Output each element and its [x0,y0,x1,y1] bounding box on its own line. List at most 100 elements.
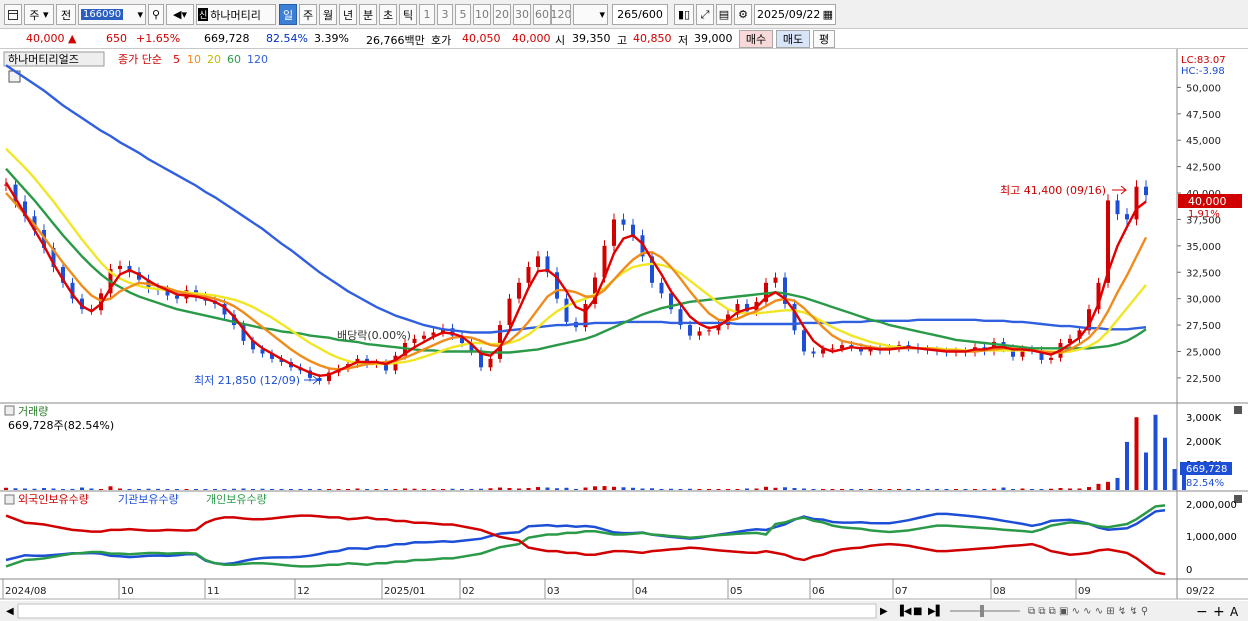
y-tick-label: 42,500 [1186,163,1221,174]
candle-body [621,219,626,225]
volume-bar [811,489,816,490]
candle-body [412,338,417,344]
holding-tick: 2,000,000 [1186,500,1237,511]
volume-bar [1115,477,1120,490]
candle-body [422,335,426,339]
tf-day-tab[interactable]: 일 [279,4,297,25]
volume-bar [384,489,388,490]
high-label: 고 [617,34,628,47]
volume-bar [431,489,436,490]
interval-button[interactable]: 10 [473,4,491,25]
tf-week-tab[interactable]: 주 [299,4,317,25]
tf-year-tab[interactable]: 년 [339,4,357,25]
volume-bar [355,488,360,490]
candle-body [1125,214,1129,220]
nav-stop-icon[interactable]: ■ [913,606,922,617]
vol-tick: 2,000K [1186,437,1222,448]
candle-body [631,224,635,236]
tf-month-tab[interactable]: 월 [319,4,337,25]
volume-bar [764,486,768,490]
sound-icon[interactable]: ◀▾ [166,4,194,25]
nav-first-icon[interactable]: ▐◀ [896,604,912,617]
layout-icon[interactable] [4,4,22,25]
zoom-out-icon[interactable]: − [1196,604,1208,620]
y-tick-label: 35,000 [1186,242,1221,253]
bid: 40,000 [512,32,551,45]
low-label: 저 [678,34,689,47]
volume-bar [555,488,559,490]
candle-icon[interactable]: ▮▯ [674,4,694,25]
tf-second-tab[interactable]: 초 [379,4,397,25]
line-tool-icon[interactable]: ⤢ [696,4,714,25]
interval-button[interactable]: 30 [513,4,531,25]
candle-body [1144,186,1148,196]
tf-tick-tab[interactable]: 틱 [399,4,417,25]
interval-button[interactable]: 3 [437,4,453,25]
quote-bar: 40,000 ▲ 650 +1.65% 669,728 82.54% 3.39%… [0,29,1248,49]
holding-institution-label: 기관보유수량 [118,493,179,506]
scroll-right-icon[interactable]: ▶ [880,606,888,617]
open-label: 시 [555,34,566,47]
volume-bar [783,487,787,490]
sell-button[interactable]: 매도 [776,30,810,48]
interval-button[interactable]: 60 [533,4,551,25]
avg-button[interactable]: 평 [813,30,835,48]
font-size-icon[interactable]: A [1230,605,1239,619]
date-input[interactable]: 2025/09/22 ▦ [754,4,836,25]
volume-bar [735,489,740,490]
volume-bar [925,489,930,490]
volume-bar [279,489,284,490]
zoom-in-icon[interactable]: + [1213,604,1225,620]
volume-bar [298,489,303,490]
price: 40,000 ▲ [26,32,77,45]
interval-button[interactable]: 20 [493,4,511,25]
candle-body [659,282,664,294]
low: 39,000 [694,32,733,45]
scroll-left-icon[interactable]: ◀ [6,606,14,617]
open: 39,350 [572,32,611,45]
holding-panel-icon[interactable] [4,494,15,505]
volume-bar [840,489,844,490]
vol-tick: 3,000K [1186,413,1222,424]
volume-bar [213,489,217,490]
y-tick-label: 27,500 [1186,321,1221,332]
low-annotation: 최저 21,850 (12/09) [194,374,300,387]
panel-tools-icon[interactable]: ⧉ ⧉ ⧉ ▣ ∿ ∿ ∿ ⊞ ↯ ↯ ⚲ [1028,606,1148,617]
lc-label: LC:83.07 [1181,55,1226,66]
amount: 26,766백만 [366,34,425,47]
interval-button[interactable]: 5 [455,4,471,25]
volume-bar [935,489,939,490]
interval-button[interactable]: 120 [551,4,571,25]
volume-panel-icon[interactable] [4,405,15,416]
volume-bar [308,489,312,490]
zoom-slider-thumb[interactable] [980,605,984,617]
volume-close-icon[interactable] [1234,406,1242,414]
stock-code-input[interactable]: 166090 ▾ [78,4,146,25]
volume-bar [1030,489,1034,490]
volume-current-value: 669,728 [1186,464,1227,475]
count-input[interactable]: 265/600 [612,4,668,25]
prev-button[interactable]: 전 [56,4,76,25]
volume: 669,728 [204,32,250,45]
volume-bar [1001,487,1006,490]
nav-last-icon[interactable]: ▶▌ [928,604,943,617]
period-select[interactable]: 주 ▾ [24,4,54,25]
horizontal-scrollbar[interactable] [17,603,877,619]
candle-body [612,219,616,246]
volume-bar [412,488,417,490]
gear-icon[interactable]: ⚙ [734,4,752,25]
hoga-label: 호가 [431,34,452,47]
custom-interval-select[interactable]: ▾ [573,4,608,25]
buy-button[interactable]: 매수 [739,30,773,48]
legend-ma5: 5 [173,53,180,66]
stock-name[interactable]: 신 하나머티리 [196,4,276,25]
tf-minute-tab[interactable]: 분 [359,4,377,25]
volume-bar [859,489,863,490]
y-tick-label: 47,500 [1186,110,1221,121]
y-tick-label: 30,000 [1186,295,1221,306]
search-icon[interactable]: ⚲ [148,4,164,25]
interval-button[interactable]: 1 [419,4,435,25]
volume-bar [51,488,56,490]
volume-bar [127,489,132,490]
save-icon[interactable]: ▤ [716,4,732,25]
